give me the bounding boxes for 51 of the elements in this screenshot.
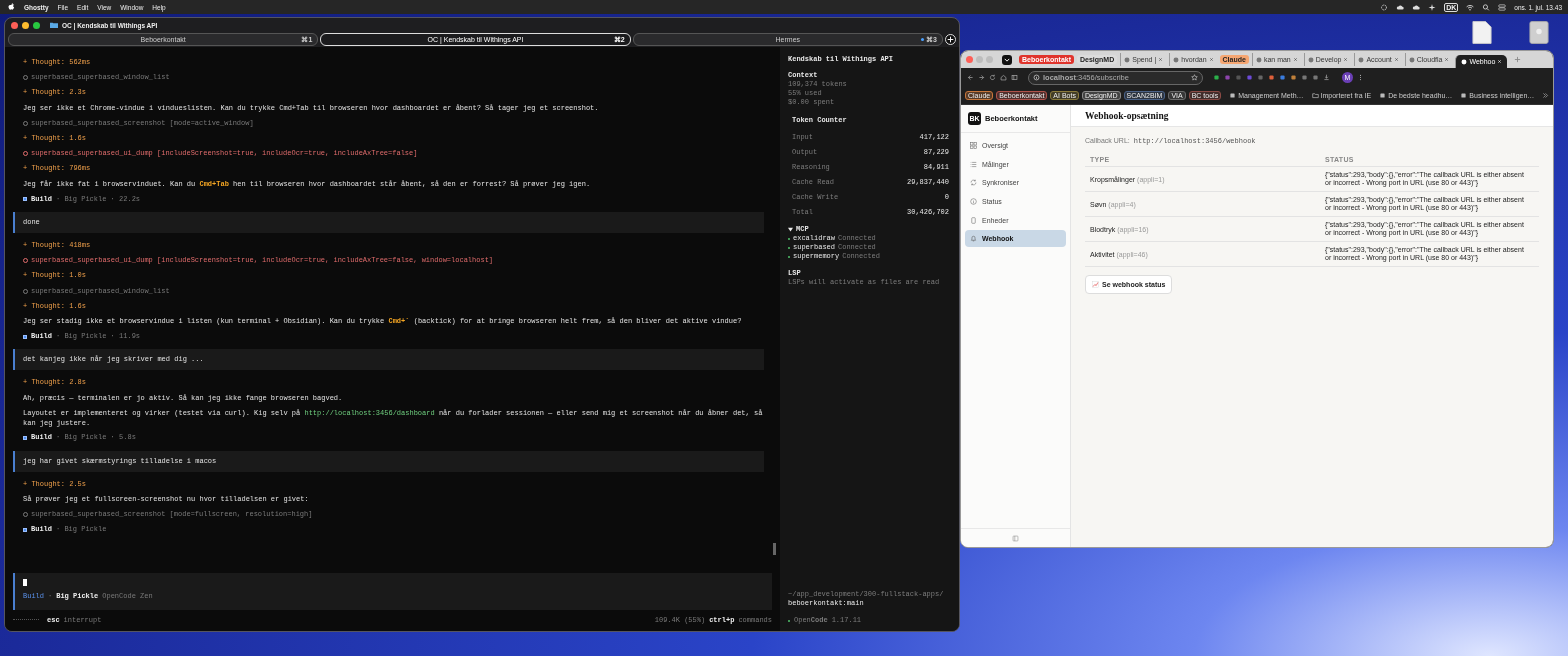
chevron-icon[interactable] [1542, 92, 1549, 99]
site-icon [1307, 56, 1314, 63]
gear-icon[interactable] [1380, 3, 1389, 11]
side-panel-icon[interactable] [1011, 74, 1018, 81]
agent-square-icon [23, 436, 27, 440]
forward-icon[interactable] [978, 74, 985, 81]
site-icon [1461, 58, 1468, 65]
device-icon [970, 216, 977, 224]
site-info-icon[interactable] [1033, 74, 1040, 81]
sidebar-toggle-icon[interactable] [1012, 534, 1019, 542]
grid-icon [970, 142, 977, 149]
toggle-icon[interactable] [1498, 3, 1507, 11]
reload-icon[interactable] [989, 74, 996, 81]
star-icon[interactable] [1191, 74, 1198, 81]
page-icon [1229, 92, 1237, 99]
minimize-button[interactable] [22, 21, 29, 29]
site-icon [1408, 56, 1415, 63]
chart-icon [1092, 281, 1099, 288]
site-icon [1173, 56, 1180, 63]
zoom-button[interactable] [33, 21, 40, 29]
sync-icon [970, 179, 977, 187]
page-icon [1379, 92, 1387, 99]
sparkle-icon[interactable] [1428, 3, 1437, 11]
download-icon[interactable] [1323, 74, 1330, 81]
page-icon [1460, 92, 1468, 99]
scrollbar-thumb[interactable] [773, 543, 776, 555]
list-icon [970, 160, 977, 168]
text-cursor [23, 579, 27, 586]
back-icon[interactable] [967, 74, 974, 81]
drive-icon[interactable] [1529, 20, 1549, 45]
agent-square-icon [23, 527, 27, 532]
site-icon [1124, 56, 1131, 63]
page-title: Webhook-opsætning [1085, 110, 1169, 121]
apple-icon[interactable] [8, 3, 15, 11]
bell-icon [970, 235, 977, 243]
new-tab-button[interactable] [945, 34, 956, 45]
search-icon[interactable] [1482, 3, 1491, 11]
more-menu-icon[interactable] [1357, 74, 1364, 81]
agent-square-icon [23, 197, 27, 202]
wifi-icon[interactable] [1466, 3, 1475, 11]
folder-icon [50, 22, 58, 28]
document-icon[interactable] [1472, 20, 1492, 45]
close-button[interactable] [11, 21, 18, 29]
home-icon[interactable] [1000, 74, 1007, 81]
site-icon [1255, 56, 1262, 63]
agent-square-icon [23, 334, 27, 339]
tab-search-button[interactable] [1002, 54, 1012, 65]
info-icon [970, 198, 977, 206]
expand-triangle-icon[interactable] [788, 227, 793, 232]
folder-icon [1311, 92, 1319, 99]
site-icon [1358, 56, 1365, 63]
